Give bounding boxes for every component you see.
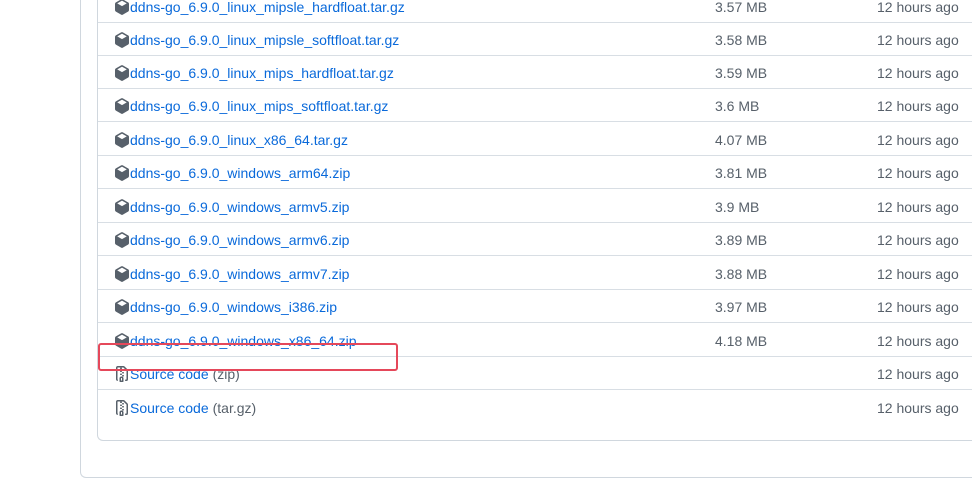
- source-code-time: 12 hours ago: [877, 400, 959, 416]
- package-icon: [114, 232, 130, 248]
- asset-link[interactable]: ddns-go_6.9.0_windows_i386.zip: [114, 298, 337, 316]
- asset-time: 12 hours ago: [877, 132, 959, 148]
- asset-size: 3.59 MB: [715, 65, 768, 81]
- asset-size: 3.58 MB: [715, 32, 768, 48]
- asset-row: ddns-go_6.9.0_windows_armv5.zip 3.9 MB 1…: [98, 190, 972, 223]
- source-code-zip-link[interactable]: Source code (zip): [114, 365, 240, 383]
- package-icon: [114, 165, 130, 181]
- package-icon: [114, 199, 130, 215]
- asset-link[interactable]: ddns-go_6.9.0_linux_x86_64.tar.gz: [114, 131, 348, 149]
- asset-time: 12 hours ago: [877, 299, 959, 315]
- asset-row: ddns-go_6.9.0_windows_arm64.zip 3.81 MB …: [98, 156, 972, 189]
- source-code-row: Source code (zip) 12 hours ago: [98, 357, 972, 390]
- asset-name: ddns-go_6.9.0_linux_mipsle_hardfloat.tar…: [130, 0, 405, 15]
- asset-time: 12 hours ago: [877, 98, 959, 114]
- source-code-targz-link[interactable]: Source code (tar.gz): [114, 399, 256, 417]
- package-icon: [114, 32, 130, 48]
- asset-name: ddns-go_6.9.0_linux_mips_hardfloat.tar.g…: [130, 65, 394, 81]
- asset-size: 4.18 MB: [715, 333, 768, 349]
- package-icon: [114, 132, 130, 148]
- asset-name: ddns-go_6.9.0_windows_armv6.zip: [130, 232, 350, 248]
- source-code-label: Source code: [130, 366, 209, 382]
- asset-row: ddns-go_6.9.0_windows_i386.zip 3.97 MB 1…: [98, 290, 972, 323]
- package-icon: [114, 0, 130, 15]
- asset-time: 12 hours ago: [877, 199, 959, 215]
- asset-row: ddns-go_6.9.0_windows_armv6.zip 3.89 MB …: [98, 223, 972, 256]
- file-zip-icon: [114, 366, 130, 382]
- asset-size: 3.81 MB: [715, 165, 768, 181]
- source-code-row: Source code (tar.gz) 12 hours ago: [98, 391, 972, 424]
- asset-size: 4.07 MB: [715, 132, 768, 148]
- asset-row: ddns-go_6.9.0_linux_mipsle_hardfloat.tar…: [98, 0, 972, 23]
- source-code-time: 12 hours ago: [877, 366, 959, 382]
- asset-size: 3.97 MB: [715, 299, 768, 315]
- asset-size: 3.89 MB: [715, 232, 768, 248]
- source-code-format: (tar.gz): [212, 400, 257, 416]
- asset-time: 12 hours ago: [877, 266, 959, 282]
- package-icon: [114, 266, 130, 282]
- asset-link[interactable]: ddns-go_6.9.0_linux_mips_softfloat.tar.g…: [114, 97, 388, 115]
- asset-size: 3.88 MB: [715, 266, 768, 282]
- package-icon: [114, 299, 130, 315]
- asset-row: ddns-go_6.9.0_windows_armv7.zip 3.88 MB …: [98, 257, 972, 290]
- asset-name: ddns-go_6.9.0_windows_armv7.zip: [130, 266, 350, 282]
- asset-link[interactable]: ddns-go_6.9.0_windows_arm64.zip: [114, 164, 350, 182]
- asset-time: 12 hours ago: [877, 232, 959, 248]
- asset-link[interactable]: ddns-go_6.9.0_windows_armv7.zip: [114, 265, 349, 283]
- asset-name: ddns-go_6.9.0_windows_arm64.zip: [130, 165, 351, 181]
- source-code-format: (zip): [212, 366, 240, 382]
- asset-link[interactable]: ddns-go_6.9.0_windows_armv5.zip: [114, 198, 349, 216]
- asset-time: 12 hours ago: [877, 65, 959, 81]
- asset-name: ddns-go_6.9.0_linux_mipsle_softfloat.tar…: [130, 32, 400, 48]
- asset-size: 3.57 MB: [715, 0, 768, 15]
- package-icon: [114, 65, 130, 81]
- asset-size: 3.9 MB: [715, 199, 760, 215]
- asset-size: 3.6 MB: [715, 98, 760, 114]
- asset-time: 12 hours ago: [877, 0, 959, 15]
- asset-time: 12 hours ago: [877, 333, 959, 349]
- asset-name: ddns-go_6.9.0_windows_x86_64.zip: [130, 333, 357, 349]
- package-icon: [114, 98, 130, 114]
- asset-name: ddns-go_6.9.0_linux_x86_64.tar.gz: [130, 132, 348, 148]
- asset-row: ddns-go_6.9.0_linux_mips_hardfloat.tar.g…: [98, 56, 972, 89]
- asset-name: ddns-go_6.9.0_windows_i386.zip: [130, 299, 338, 315]
- asset-row: ddns-go_6.9.0_windows_x86_64.zip 4.18 MB…: [98, 324, 972, 357]
- asset-row: ddns-go_6.9.0_linux_mips_softfloat.tar.g…: [98, 89, 972, 122]
- asset-link[interactable]: ddns-go_6.9.0_windows_armv6.zip: [114, 231, 349, 249]
- asset-link[interactable]: ddns-go_6.9.0_linux_mipsle_hardfloat.tar…: [114, 0, 405, 16]
- asset-row: ddns-go_6.9.0_linux_x86_64.tar.gz 4.07 M…: [98, 123, 972, 156]
- asset-name: ddns-go_6.9.0_linux_mips_softfloat.tar.g…: [130, 98, 389, 114]
- asset-name: ddns-go_6.9.0_windows_armv5.zip: [130, 199, 350, 215]
- assets-list: ddns-go_6.9.0_linux_mipsle_hardfloat.tar…: [97, 0, 972, 441]
- asset-link[interactable]: ddns-go_6.9.0_windows_x86_64.zip: [114, 332, 357, 350]
- file-zip-icon: [114, 400, 130, 416]
- asset-time: 12 hours ago: [877, 165, 959, 181]
- source-code-label: Source code: [130, 400, 209, 416]
- asset-row: ddns-go_6.9.0_linux_mipsle_softfloat.tar…: [98, 23, 972, 56]
- package-icon: [114, 333, 130, 349]
- asset-link[interactable]: ddns-go_6.9.0_linux_mipsle_softfloat.tar…: [114, 31, 399, 49]
- asset-time: 12 hours ago: [877, 32, 959, 48]
- asset-link[interactable]: ddns-go_6.9.0_linux_mips_hardfloat.tar.g…: [114, 64, 394, 82]
